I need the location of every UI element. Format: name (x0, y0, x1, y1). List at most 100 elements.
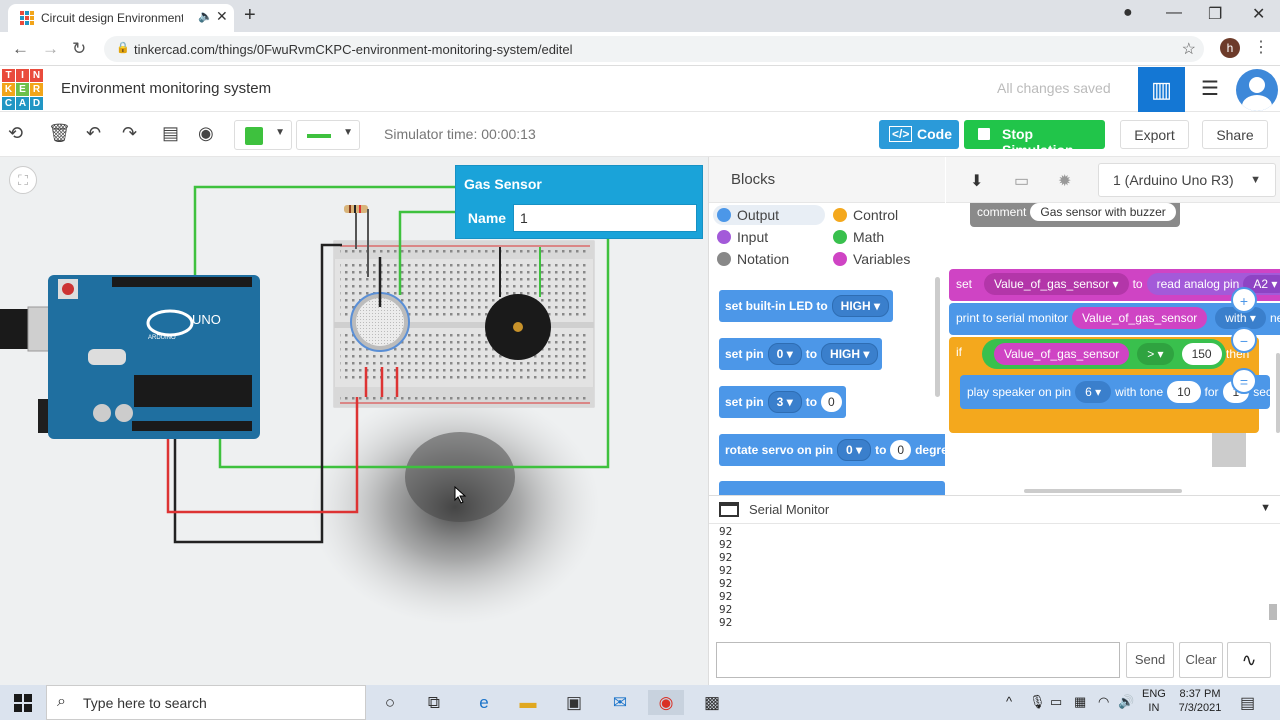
file-explorer-icon[interactable]: ▬ (510, 690, 546, 715)
serial-input[interactable] (716, 642, 1120, 678)
component-list-icon[interactable]: ☰ (1190, 67, 1230, 112)
url-field[interactable]: 🔒 tinkercad.com/things/0FwuRvmCKPC-envir… (104, 36, 1204, 62)
notes-icon[interactable]: ▤ (162, 123, 179, 144)
category-variables[interactable]: Variables (833, 249, 910, 269)
maximize-icon[interactable]: ❐ (1208, 4, 1222, 24)
user-avatar-icon[interactable] (1236, 69, 1278, 111)
block-set-pin-digital[interactable]: set pin 0 ▾ to HIGH ▾ (719, 338, 883, 370)
new-tab-icon[interactable]: + (244, 4, 256, 27)
wire-color-picker[interactable]: ▼ (234, 120, 292, 150)
profile-avatar[interactable]: h (1220, 38, 1240, 58)
block-value[interactable]: 0 (890, 440, 912, 460)
minimize-icon[interactable]: — (1166, 4, 1182, 22)
share-button[interactable]: Share (1202, 120, 1268, 149)
print-serial-block[interactable]: print to serial monitor Value_of_gas_sens… (949, 303, 1280, 335)
category-math[interactable]: Math (833, 227, 884, 247)
palette-scrollbar[interactable] (935, 277, 940, 397)
comment-text[interactable]: Gas sensor with buzzer (1030, 203, 1176, 221)
stop-simulation-button[interactable]: Stop Simulation (964, 120, 1105, 158)
visibility-icon[interactable]: ◉ (198, 123, 214, 144)
threshold-value[interactable]: 150 (1181, 343, 1222, 365)
variable-reporter[interactable]: Value_of_gas_sensor (1072, 307, 1208, 329)
play-speaker-block[interactable]: play speaker on pin 6 ▾ with tone 10 for 1 sec (960, 375, 1272, 409)
debugger-bug-icon[interactable]: ✹ (1058, 171, 1071, 191)
profile-menu-icon[interactable]: ● (1123, 4, 1133, 22)
tone-value[interactable]: 10 (1167, 381, 1201, 403)
workspace-scrollbar[interactable] (1024, 489, 1182, 493)
zoom-out-icon[interactable]: − (1231, 327, 1257, 353)
comment-block[interactable]: comment Gas sensor with buzzer (970, 203, 1180, 227)
taskbar-search[interactable]: ⌕ Type here to search (46, 685, 366, 720)
block-partial[interactable] (719, 481, 945, 495)
bookmark-star-icon[interactable]: ☆ (1182, 39, 1196, 59)
workspace-vscrollbar[interactable] (1276, 353, 1280, 433)
back-icon[interactable]: ← (12, 39, 29, 59)
block-dropdown[interactable]: 0 ▾ (837, 439, 872, 461)
block-set-builtin-led[interactable]: set built-in LED to HIGH ▾ (719, 290, 894, 322)
redo-icon[interactable]: ↷ (122, 123, 137, 144)
wifi-icon[interactable]: ◠ (1098, 694, 1109, 710)
clock[interactable]: 8:37 PM 7/3/2021 (1176, 687, 1224, 715)
undo-icon[interactable]: ↶ (86, 123, 101, 144)
library-icon[interactable]: ▭ (1014, 171, 1029, 191)
code-workspace[interactable]: comment Gas sensor with buzzer set Value_o… (946, 203, 1280, 495)
block-dropdown[interactable]: 3 ▾ (767, 391, 802, 413)
rotate-icon[interactable]: ⟲ (8, 123, 23, 144)
name-input[interactable]: 1 (513, 204, 697, 232)
tinkercad-logo[interactable]: T I N K E R C A D (2, 69, 43, 110)
download-icon[interactable]: ⬇ (970, 171, 983, 191)
with-dropdown[interactable]: with ▾ (1211, 307, 1270, 329)
category-input[interactable]: Input (717, 227, 768, 247)
clear-button[interactable]: Clear (1179, 642, 1223, 678)
code-button[interactable]: </> Code (879, 120, 959, 149)
forward-icon[interactable]: → (42, 39, 59, 59)
trash-can-icon[interactable] (1212, 433, 1246, 467)
speaker-pin-dropdown[interactable]: 6 ▾ (1075, 381, 1112, 403)
category-output[interactable]: Output (717, 205, 779, 225)
send-button[interactable]: Send (1126, 642, 1174, 678)
close-tab-icon[interactable]: ✕ (216, 8, 228, 25)
variable-reporter[interactable]: Value_of_gas_sensor (994, 343, 1130, 365)
variable-dropdown[interactable]: Value_of_gas_sensor ▾ (984, 273, 1129, 295)
compare-block[interactable]: Value_of_gas_sensor > ▾ 150 (982, 339, 1226, 369)
circuit-view-icon[interactable]: ▥ (1138, 67, 1185, 112)
browser-tab[interactable]: Circuit design Environment m 🔈 ✕ (8, 4, 234, 32)
board-select[interactable]: 1 (Arduino Uno R3) ▼ (1098, 163, 1276, 197)
reload-icon[interactable]: ↻ (72, 39, 86, 59)
block-rotate-servo[interactable]: rotate servo on pin 0 ▾ to 0 degre (719, 434, 945, 466)
battery-icon[interactable]: ▭ (1050, 694, 1062, 710)
export-button[interactable]: Export (1120, 120, 1189, 149)
terminal-app-icon[interactable]: ▩ (694, 690, 730, 715)
browser-menu-icon[interactable]: ⋮ (1253, 37, 1269, 57)
task-view-icon[interactable]: ⧉ (416, 690, 452, 715)
notification-icon[interactable]: ▤ (1240, 693, 1255, 713)
windows-start-icon[interactable] (14, 694, 32, 712)
volume-icon[interactable]: 🔊 (1118, 694, 1134, 710)
operator-dropdown[interactable]: > ▾ (1137, 343, 1174, 365)
graph-icon[interactable]: ∿ (1227, 642, 1271, 678)
block-dropdown[interactable]: HIGH ▾ (831, 295, 890, 317)
zoom-reset-icon[interactable]: = (1231, 368, 1257, 394)
category-notation[interactable]: Notation (717, 249, 789, 269)
category-control[interactable]: Control (833, 205, 898, 225)
speaker-icon[interactable]: 🔈 (198, 9, 213, 23)
mail-icon[interactable]: ✉ (602, 690, 638, 715)
delete-icon[interactable]: 🗑 (48, 123, 71, 144)
project-title[interactable]: Environment monitoring system (61, 80, 271, 97)
cortana-icon[interactable]: ○ (372, 690, 408, 715)
edge-icon[interactable]: e (466, 690, 502, 715)
chrome-icon[interactable]: ◉ (648, 690, 684, 715)
camera-icon[interactable]: ▦ (1074, 694, 1086, 710)
circuit-canvas[interactable]: ⛶ UNO ARDUINO Gas Sensor Name 1 (0, 157, 708, 685)
block-dropdown[interactable]: HIGH ▾ (821, 343, 879, 365)
block-set-pin-analog[interactable]: set pin 3 ▾ to 0 (719, 386, 846, 418)
language-indicator[interactable]: ENG IN (1142, 687, 1166, 715)
wire-type-picker[interactable]: ▼ (296, 120, 360, 150)
store-icon[interactable]: ▣ (556, 690, 592, 715)
arduino-uno-board[interactable]: UNO ARDUINO (0, 275, 260, 439)
chevron-down-icon[interactable]: ▼ (1260, 502, 1271, 514)
block-dropdown[interactable]: 0 ▾ (767, 343, 802, 365)
block-value[interactable]: 0 (821, 392, 842, 412)
serial-monitor-header[interactable]: Serial Monitor ▼ (709, 496, 1280, 524)
serial-scrollbar[interactable] (1269, 604, 1277, 620)
